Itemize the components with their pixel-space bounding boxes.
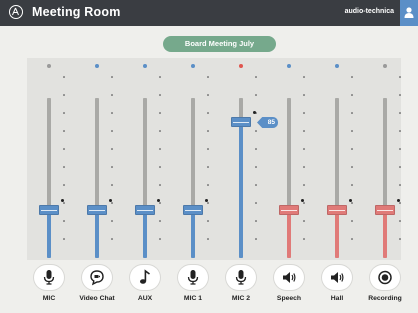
channel-mute-button[interactable]: [226, 265, 256, 290]
channel-mute-button[interactable]: [82, 265, 112, 290]
signal-led-indicator: [335, 64, 339, 68]
fader-headroom: [287, 98, 291, 210]
signal-led-indicator: [287, 64, 291, 68]
fader-track[interactable]: [287, 98, 291, 258]
fader-track[interactable]: [383, 98, 387, 258]
fader-level-fill: [287, 210, 291, 258]
peak-marker: [397, 199, 400, 202]
fader-headroom: [95, 98, 99, 210]
channel-mute-button[interactable]: [370, 265, 400, 290]
peak-marker: [61, 199, 64, 202]
fader-headroom: [191, 98, 195, 210]
fader-track[interactable]: [95, 98, 99, 258]
signal-led-indicator: [191, 64, 195, 68]
fader-headroom: [143, 98, 147, 210]
fader-knob[interactable]: [135, 205, 155, 215]
fader-knob[interactable]: [279, 205, 299, 215]
channel-mute-button[interactable]: [274, 265, 304, 290]
channel-strip: Hall: [313, 0, 361, 313]
fader-level-fill: [191, 210, 195, 258]
fader-track[interactable]: [191, 98, 195, 258]
fader-headroom: [47, 98, 51, 210]
channel-strip: Speech: [265, 0, 313, 313]
fader-knob[interactable]: [231, 117, 251, 127]
peak-marker: [205, 199, 208, 202]
fader-level-fill: [239, 122, 243, 258]
fader-headroom: [335, 98, 339, 210]
fader-level-fill: [47, 210, 51, 258]
signal-led-indicator: [143, 64, 147, 68]
fader-knob[interactable]: [87, 205, 107, 215]
peak-marker: [253, 111, 256, 114]
signal-led-indicator: [47, 64, 51, 68]
channel-mute-button[interactable]: [322, 265, 352, 290]
fader-level-fill: [95, 210, 99, 258]
fader-track[interactable]: [335, 98, 339, 258]
channel-strip: MIC: [25, 0, 73, 313]
channel-mute-button[interactable]: [130, 265, 160, 290]
channel-label: Recording: [368, 295, 402, 302]
channel-mute-button[interactable]: [34, 265, 64, 290]
signal-led-indicator: [383, 64, 387, 68]
peak-marker: [157, 199, 160, 202]
fader-track[interactable]: [47, 98, 51, 258]
channel-strip: AUX: [121, 0, 169, 313]
fader-knob[interactable]: [183, 205, 203, 215]
fader-level-fill: [335, 210, 339, 258]
signal-led-indicator: [95, 64, 99, 68]
fader-level-fill: [143, 210, 147, 258]
fader-knob[interactable]: [375, 205, 395, 215]
peak-marker: [301, 199, 304, 202]
fader-track[interactable]: [143, 98, 147, 258]
fader-headroom: [383, 98, 387, 210]
channel-strip: Recording: [361, 0, 409, 313]
fader-knob[interactable]: [39, 205, 59, 215]
channel-strip: MIC 1: [169, 0, 217, 313]
peak-marker: [349, 199, 352, 202]
fader-level-fill: [383, 210, 387, 258]
channel-mute-button[interactable]: [178, 265, 208, 290]
signal-led-indicator: [239, 64, 243, 68]
fader-knob[interactable]: [327, 205, 347, 215]
peak-marker: [109, 199, 112, 202]
audio-technica-logo-icon: [9, 5, 23, 19]
channel-strip: 85 MIC 2: [217, 0, 278, 313]
channel-strip: Video Chat: [73, 0, 121, 313]
